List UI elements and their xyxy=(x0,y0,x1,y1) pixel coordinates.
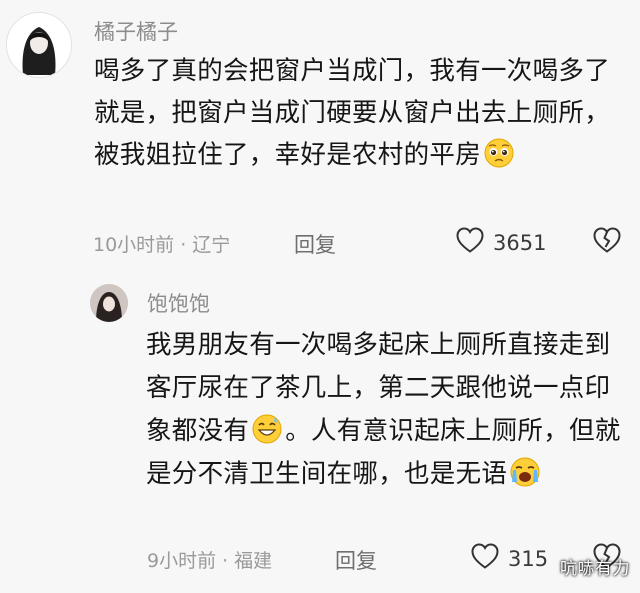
location: 辽宁 xyxy=(192,234,231,256)
watermark: 吭哧有力 xyxy=(560,559,630,579)
timestamp: 10小时前 xyxy=(93,234,175,256)
heart-icon xyxy=(455,226,485,259)
like-button[interactable]: 3651 xyxy=(455,226,546,259)
grinning-sweat-face-icon xyxy=(251,413,283,445)
like-count: 315 xyxy=(508,546,549,571)
username[interactable]: 饱饱饱 xyxy=(147,288,210,318)
comment-meta: 10小时前 · 辽宁 xyxy=(93,234,231,256)
location: 福建 xyxy=(234,550,273,572)
timestamp: 9小时前 xyxy=(147,550,217,572)
crying-face-icon xyxy=(509,456,541,488)
broken-heart-icon xyxy=(592,227,622,258)
username[interactable]: 橘子橘子 xyxy=(94,16,178,46)
avatar[interactable] xyxy=(90,284,128,322)
avatar[interactable] xyxy=(6,12,72,78)
comment-meta: 9小时前 · 福建 xyxy=(147,550,273,572)
dislike-button[interactable] xyxy=(592,226,622,258)
heart-icon xyxy=(470,542,500,575)
comment-2: 饱饱饱 我男朋友有一次喝多起床上厕所直接走到客厅尿在了茶几上，第二天跟他说一点印… xyxy=(0,280,640,593)
comment-1: 橘子橘子 喝多了真的会把窗户当成门，我有一次喝多了就是，把窗户当成门硬要从窗户出… xyxy=(0,0,640,280)
comment-text: 喝多了真的会把窗户当成门，我有一次喝多了就是，把窗户当成门硬要从窗户出去上厕所，… xyxy=(94,56,611,170)
like-button[interactable]: 315 xyxy=(470,542,548,575)
pleading-face-icon xyxy=(483,137,515,169)
like-count: 3651 xyxy=(493,230,547,255)
reply-button[interactable]: 回复 xyxy=(335,545,377,575)
reply-button[interactable]: 回复 xyxy=(294,229,336,259)
comment-text: 我男朋友有一次喝多起床上厕所直接走到客厅尿在了茶几上，第二天跟他说一点印象都没有… xyxy=(146,330,621,489)
